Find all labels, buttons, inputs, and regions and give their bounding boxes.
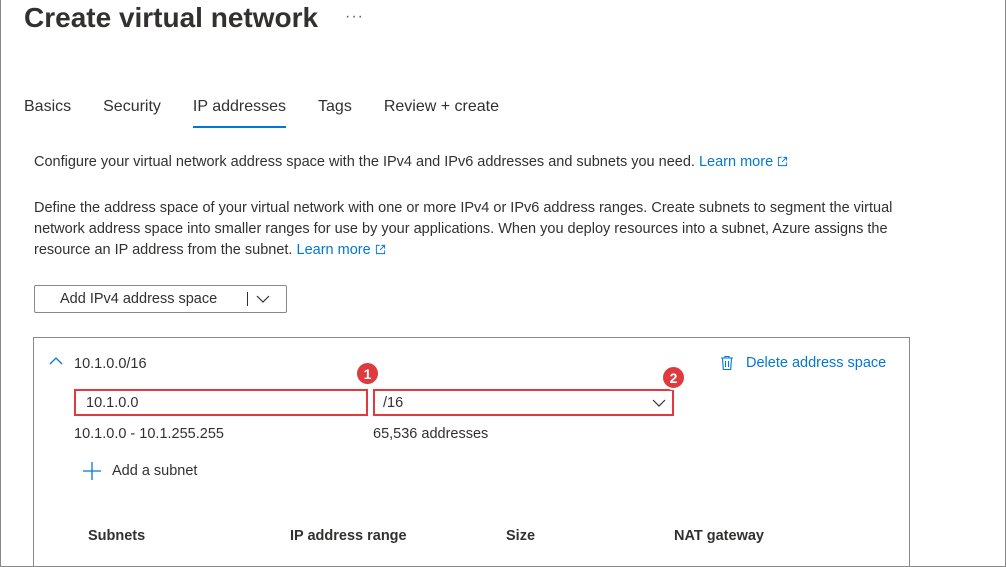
chevron-down-icon[interactable] [248,295,278,303]
tab-review-create[interactable]: Review + create [384,96,499,128]
intro-paragraph: Configure your virtual network address s… [34,152,914,173]
plus-icon [83,462,101,480]
address-count-text: 65,536 addresses [373,426,489,442]
tab-basics[interactable]: Basics [24,96,71,128]
address-space-title: 10.1.0.0/16 [74,356,147,372]
address-space-card: 10.1.0.0/16 Delete address space /16 1 2… [33,337,910,567]
prefix-size-select[interactable]: /16 [373,389,674,416]
delete-address-space-label: Delete address space [746,355,887,371]
page-title: Create virtual network [24,2,319,33]
chevron-up-icon[interactable] [49,356,63,366]
column-header-size[interactable]: Size [506,528,535,544]
intro-learn-more-link[interactable]: Learn more [699,154,788,170]
trash-icon [721,355,733,371]
delete-address-space-button[interactable]: Delete address space [720,355,886,371]
description-paragraph: Define the address space of your virtual… [34,198,914,261]
add-ipv4-address-space-label: Add IPv4 address space [60,291,218,307]
address-field[interactable] [74,389,368,416]
tab-tags[interactable]: Tags [318,96,352,128]
external-link-icon [375,244,385,255]
intro-text: Configure your virtual network address s… [34,154,695,170]
column-header-nat-gateway[interactable]: NAT gateway [674,528,764,544]
more-options-button[interactable]: ··· [345,8,364,26]
intro-learn-more-label: Learn more [698,154,774,170]
prefix-size-value: /16 [383,394,404,411]
description-learn-more-link[interactable]: Learn more [297,242,386,258]
add-subnet-button[interactable]: Add a subnet [82,461,197,481]
description-learn-more-label: Learn more [296,242,371,258]
callout-badge-2: 2 [661,365,686,390]
add-ipv4-address-space-button[interactable]: Add IPv4 address space [34,285,287,313]
tab-ip-addresses[interactable]: IP addresses [192,96,287,128]
add-subnet-label: Add a subnet [112,463,198,479]
external-link-icon [778,156,788,167]
column-header-subnets[interactable]: Subnets [88,528,145,544]
tab-bar: Basics Security IP addresses Tags Review… [24,96,531,128]
chevron-down-icon [652,399,666,407]
callout-badge-1: 1 [355,361,380,386]
tab-security[interactable]: Security [103,96,161,128]
address-range-text: 10.1.0.0 - 10.1.255.255 [74,426,224,442]
description-text: Define the address space of your virtual… [34,200,893,258]
column-header-ip-address-range[interactable]: IP address range [290,528,407,544]
